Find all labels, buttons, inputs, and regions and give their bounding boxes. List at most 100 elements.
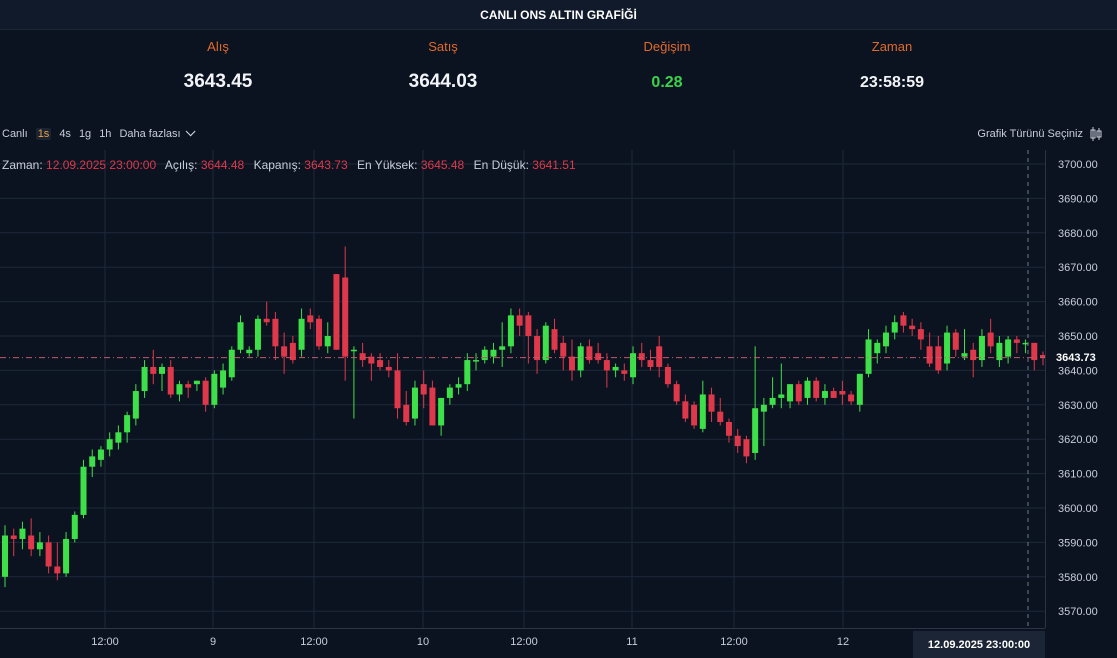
candle-body <box>577 346 584 371</box>
ohlc-low-label: En Düşük: <box>473 158 529 172</box>
candle-body <box>856 373 863 405</box>
time-label: Zaman <box>871 39 913 54</box>
candle <box>926 332 933 367</box>
interval-1s[interactable]: 1s <box>35 128 52 140</box>
candle <box>254 315 261 357</box>
candle <box>961 329 968 361</box>
candle <box>228 346 235 381</box>
y-tick-label: 3630.00 <box>1058 400 1098 412</box>
candle-body <box>630 353 637 378</box>
candle <box>89 449 96 478</box>
candle <box>106 432 113 457</box>
y-tick-label: 3590.00 <box>1058 537 1098 549</box>
candle-body <box>10 535 17 539</box>
candle-body <box>307 315 314 323</box>
ohlc-open-value: 3644.48 <box>200 158 245 172</box>
candle-body <box>760 404 767 412</box>
bid-value: 3643.45 <box>183 71 253 92</box>
candle <box>455 377 462 395</box>
candle <box>630 346 637 385</box>
candle <box>45 535 52 574</box>
interval-1h[interactable]: 1h <box>99 128 111 140</box>
candle <box>193 380 200 392</box>
candle <box>900 311 907 333</box>
y-tick-label: 3690.00 <box>1058 193 1098 205</box>
time-value: 23:58:59 <box>859 74 925 91</box>
candle-body <box>917 329 924 340</box>
crosshair <box>0 150 1045 628</box>
candle <box>28 518 35 557</box>
candle <box>647 349 654 371</box>
candle <box>359 342 366 367</box>
candle <box>769 377 776 409</box>
candle <box>970 342 977 378</box>
y-tick-label: 3580.00 <box>1058 572 1098 584</box>
candle-body <box>36 542 43 550</box>
interval-4s[interactable]: 4s <box>59 128 71 140</box>
candle-body <box>228 349 235 378</box>
y-tick-label: 3700.00 <box>1058 159 1098 171</box>
candle-body <box>787 384 794 402</box>
candle-body <box>193 380 200 385</box>
live-button[interactable]: Canlı <box>2 128 28 140</box>
candle <box>516 308 523 336</box>
more-dropdown[interactable]: Daha fazlası <box>119 126 196 140</box>
candle <box>839 380 846 405</box>
x-tick-label: 9 <box>210 636 216 648</box>
chart-type-label: Grafik Türünü Seçiniz <box>977 128 1083 140</box>
candle-body <box>673 384 680 402</box>
candle-body <box>28 535 35 550</box>
ohlc-low-value: 3641.51 <box>532 158 576 172</box>
y-tick-label: 3610.00 <box>1058 469 1098 481</box>
candle-body <box>281 346 288 357</box>
candle <box>289 336 296 364</box>
candle <box>54 542 61 581</box>
candle <box>577 342 584 378</box>
y-tick-label: 3640.00 <box>1058 365 1098 377</box>
candle-body <box>54 566 61 574</box>
candle-body <box>124 415 131 433</box>
candle-body <box>167 366 174 395</box>
ohlc-readout: Zaman: 12.09.2025 23:00:00 Açılış: 3644.… <box>2 158 582 172</box>
candle-body <box>411 387 418 419</box>
candle <box>848 391 855 405</box>
candle <box>821 384 828 405</box>
candle-body <box>525 315 532 336</box>
candle <box>394 353 401 419</box>
candle <box>490 342 497 364</box>
candle <box>638 342 645 367</box>
candle <box>385 360 392 378</box>
candle <box>220 363 227 395</box>
candle-body <box>324 336 331 347</box>
candle <box>272 311 279 361</box>
candle <box>176 380 183 402</box>
candle <box>996 336 1003 367</box>
candle-body <box>220 370 227 388</box>
candle <box>699 380 706 433</box>
candle <box>673 380 680 405</box>
candle <box>656 336 663 378</box>
candle-body <box>516 315 523 326</box>
candle-body <box>298 318 305 350</box>
candle <box>743 435 750 464</box>
last-price-tag: 3643.73 <box>1053 350 1105 366</box>
candle-body <box>342 277 349 357</box>
bid-label: Alış <box>207 39 229 54</box>
candle-body <box>141 366 148 392</box>
candle-body <box>656 346 663 367</box>
candle <box>734 428 741 453</box>
candle-body <box>804 380 811 398</box>
y-tick-label: 3620.00 <box>1058 434 1098 446</box>
candle <box>429 380 436 426</box>
candle-body <box>455 384 462 388</box>
candlestick-chart[interactable]: 3700.00 3690.00 3680.00 3670.00 3660.00 3650.… <box>0 150 1117 658</box>
candle <box>568 339 575 381</box>
candle-body <box>813 380 820 398</box>
x-tick-label: 12:00 <box>720 636 748 648</box>
chart-title-bar: CANLI ONS ALTIN GRAFİĞİ <box>0 0 1117 30</box>
candle-body <box>717 411 724 422</box>
interval-1g[interactable]: 1g <box>79 128 91 140</box>
candle <box>167 360 174 398</box>
chart-type-selector[interactable]: Grafik Türünü Seçiniz <box>977 126 1103 142</box>
candle <box>795 380 802 405</box>
